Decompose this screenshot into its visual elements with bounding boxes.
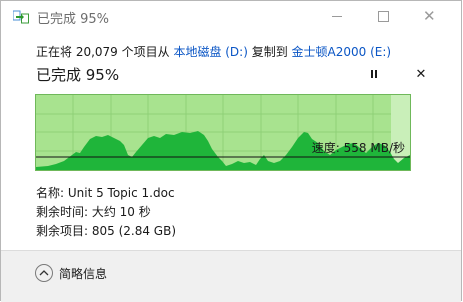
maximize-button[interactable] [360,1,406,32]
dialog-footer: 简略信息 [1,250,461,302]
copy-progress-dialog: 已完成 95% ✕ 正在将 20,079 个项目从 本地磁盘 (D:) 复制到 … [0,0,462,302]
copy-files-icon [12,9,29,24]
close-button[interactable]: ✕ [406,1,452,32]
time-remaining: 剩余时间: 大约 10 秒 [36,205,151,219]
progress-title: 已完成 95% [36,66,120,84]
speed-graph-canvas [36,95,410,170]
title-bar: 已完成 95% ✕ [1,1,461,32]
copy-description: 正在将 20,079 个项目从 本地磁盘 (D:) 复制到 金士顿A2000 (… [36,43,391,60]
minimize-button[interactable] [314,1,360,32]
transfer-speed-graph: 速度: 558 MB/秒 [35,94,411,171]
items-remaining: 剩余项目: 805 (2.84 GB) [36,224,177,238]
speed-label: 速度: 558 MB/秒 [311,141,405,155]
pause-icon [371,70,373,78]
chevron-up-icon [39,270,49,276]
window-title: 已完成 95% [37,12,110,27]
copy-prefix: 正在将 20,079 个项目从 [36,45,174,59]
destination-drive-link[interactable]: 金士顿A2000 (E:) [292,45,392,59]
copy-middle: 复制到 [247,45,292,59]
collapse-details-label[interactable]: 简略信息 [59,265,107,282]
source-drive-link[interactable]: 本地磁盘 (D:) [173,45,247,59]
collapse-details-button[interactable] [35,264,53,282]
stop-icon: ✕ [415,67,427,82]
cancel-button[interactable]: ✕ [412,65,430,85]
minimize-icon [332,16,342,17]
close-icon: ✕ [423,7,436,25]
maximize-icon [378,11,389,22]
file-name: 名称: Unit 5 Topic 1.doc [36,186,175,200]
pause-button[interactable] [365,66,383,84]
